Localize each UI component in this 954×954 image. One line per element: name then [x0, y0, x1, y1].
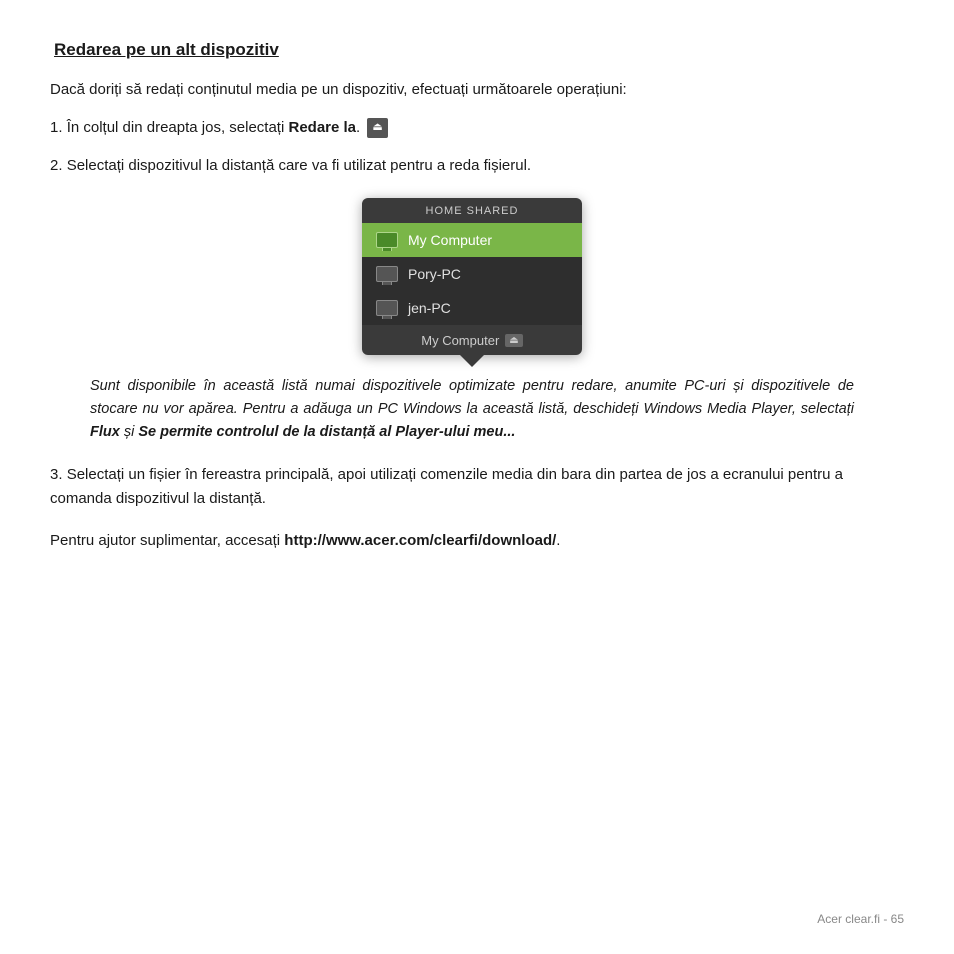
step-2: 2. Selectați dispozitivul la distanță ca…	[50, 154, 894, 178]
step-1-post: .	[356, 119, 360, 136]
step-3-number: 3.	[50, 466, 63, 483]
step-2-number: 2.	[50, 157, 63, 174]
note-text-mid: și	[120, 424, 139, 440]
intro-text: Dacă doriți să redați conținutul media p…	[50, 78, 894, 102]
popup-item-my-computer[interactable]: My Computer	[362, 223, 582, 257]
popup-wrapper: HOME SHARED My Computer Pory-PC jen-PC M…	[50, 198, 894, 355]
step-3-body: Selectați un fișier în fereastra princip…	[50, 466, 843, 507]
step-3-text: 3. Selectați un fișier în fereastra prin…	[50, 466, 843, 507]
page-number: Acer clear.fi - 65	[817, 912, 904, 926]
popup-item-label-2: Pory-PC	[408, 266, 461, 282]
step-1-text: 1. În colțul din dreapta jos, selectați …	[50, 119, 388, 136]
computer-icon-active	[376, 232, 398, 248]
note-text-before: Sunt disponibile în această listă numai …	[90, 378, 854, 417]
step-2-body: Selectați dispozitivul la distanță care …	[67, 157, 531, 174]
footer-text: Pentru ajutor suplimentar, accesați http…	[50, 529, 894, 553]
step-1-number: 1.	[50, 119, 63, 136]
footer-label: My Computer	[421, 333, 499, 348]
footer-after: .	[556, 532, 560, 549]
step-1-bold: Redare la	[288, 119, 356, 136]
computer-icon-pory	[376, 266, 398, 282]
step-3: 3. Selectați un fișier în fereastra prin…	[50, 463, 894, 511]
popup-items-list: My Computer Pory-PC jen-PC	[362, 223, 582, 325]
steps-list-2: 3. Selectați un fișier în fereastra prin…	[50, 463, 894, 511]
popup-header: HOME SHARED	[362, 198, 582, 223]
footer-before: Pentru ajutor suplimentar, accesați	[50, 532, 284, 549]
popup-item-label-3: jen-PC	[408, 300, 451, 316]
popup-footer: My Computer ⏏	[362, 325, 582, 355]
footer-link[interactable]: http://www.acer.com/clearfi/download/	[284, 532, 556, 549]
popup-item-pory-pc[interactable]: Pory-PC	[362, 257, 582, 291]
step-2-text: 2. Selectați dispozitivul la distanță ca…	[50, 157, 531, 174]
footer-icon: ⏏	[505, 334, 522, 347]
page-title: Redarea pe un alt dispozitiv	[50, 40, 894, 60]
play-to-icon: ⏏	[367, 118, 387, 138]
computer-icon-jen	[376, 300, 398, 316]
device-popup: HOME SHARED My Computer Pory-PC jen-PC M…	[362, 198, 582, 355]
popup-tail	[460, 355, 484, 367]
note-bold2: Se permite controlul de la distanță al P…	[138, 424, 515, 440]
popup-item-label-1: My Computer	[408, 232, 492, 248]
step-1: 1. În colțul din dreapta jos, selectați …	[50, 116, 894, 140]
note-bold1: Flux	[90, 424, 120, 440]
step-1-pre: În colțul din dreapta jos, selectați	[67, 119, 289, 136]
popup-item-jen-pc[interactable]: jen-PC	[362, 291, 582, 325]
note-text: Sunt disponibile în această listă numai …	[90, 375, 854, 445]
steps-list: 1. În colțul din dreapta jos, selectați …	[50, 116, 894, 178]
